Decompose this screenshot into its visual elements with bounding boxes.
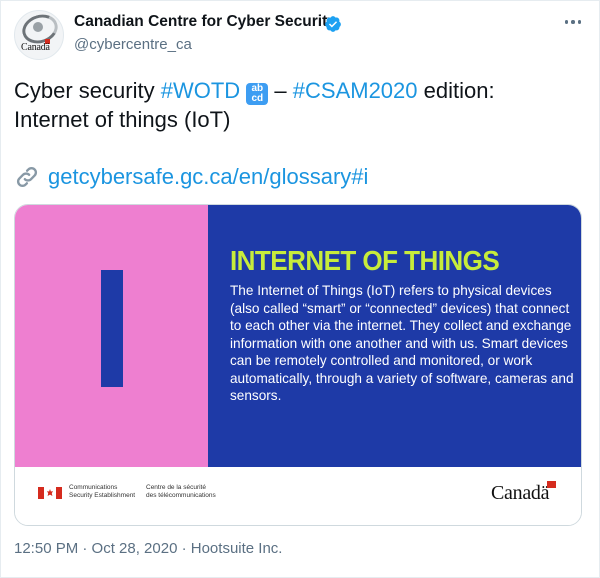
big-letter-i — [101, 270, 123, 387]
verified-badge-icon — [325, 16, 341, 32]
dept-en-line2: Security Establishment — [69, 492, 136, 499]
author-handle[interactable]: @cybercentre_ca — [74, 36, 192, 53]
dept-fr-line1: Centre de la sécurité — [146, 484, 206, 491]
canada-wordmark: Canadä — [491, 482, 550, 504]
pink-panel — [15, 205, 208, 467]
dept-name-en: Communications Security Establishment — [69, 484, 135, 500]
wordmark-flag — [547, 481, 556, 488]
card-title: INTERNET OF THINGS — [230, 245, 500, 276]
more-options-icon[interactable] — [560, 13, 586, 31]
tweet-text: Cyber security #WOTD ab cd – #CSAM2020 ed… — [14, 76, 574, 134]
dept-fr-line2: des télécommunications — [146, 492, 216, 499]
tweet-text-prefix: Cyber security — [14, 78, 161, 103]
abcd-emoji-icon: ab cd — [246, 83, 269, 105]
canada-flag-icon — [38, 487, 62, 499]
avatar-wordmark: Canadä — [21, 42, 50, 53]
tweet-link-row: getcybersafe.gc.ca/en/glossary#i — [14, 164, 368, 190]
author-avatar[interactable]: Canadä — [14, 10, 64, 60]
tweet-text-mid: – — [268, 78, 293, 103]
media-card[interactable]: INTERNET OF THINGS The Internet of Thing… — [14, 204, 582, 526]
hashtag-wotd[interactable]: #WOTD — [161, 78, 240, 103]
tweet-timestamp[interactable]: 12:50 PM · Oct 28, 2020 · Hootsuite Inc. — [14, 540, 282, 557]
dept-en-line1: Communications — [69, 484, 118, 491]
glossary-link[interactable]: getcybersafe.gc.ca/en/glossary#i — [48, 164, 368, 190]
dept-name-fr: Centre de la sécurité des télécommunicat… — [146, 484, 216, 500]
card-footer: Communications Security Establishment Ce… — [15, 467, 581, 525]
hashtag-csam2020[interactable]: #CSAM2020 — [293, 78, 418, 103]
avatar-dot — [33, 22, 43, 32]
blue-panel: INTERNET OF THINGS The Internet of Thing… — [208, 205, 581, 467]
link-icon — [16, 166, 38, 188]
author-name[interactable]: Canadian Centre for Cyber Security — [74, 13, 336, 31]
card-body: The Internet of Things (IoT) refers to p… — [230, 283, 574, 403]
